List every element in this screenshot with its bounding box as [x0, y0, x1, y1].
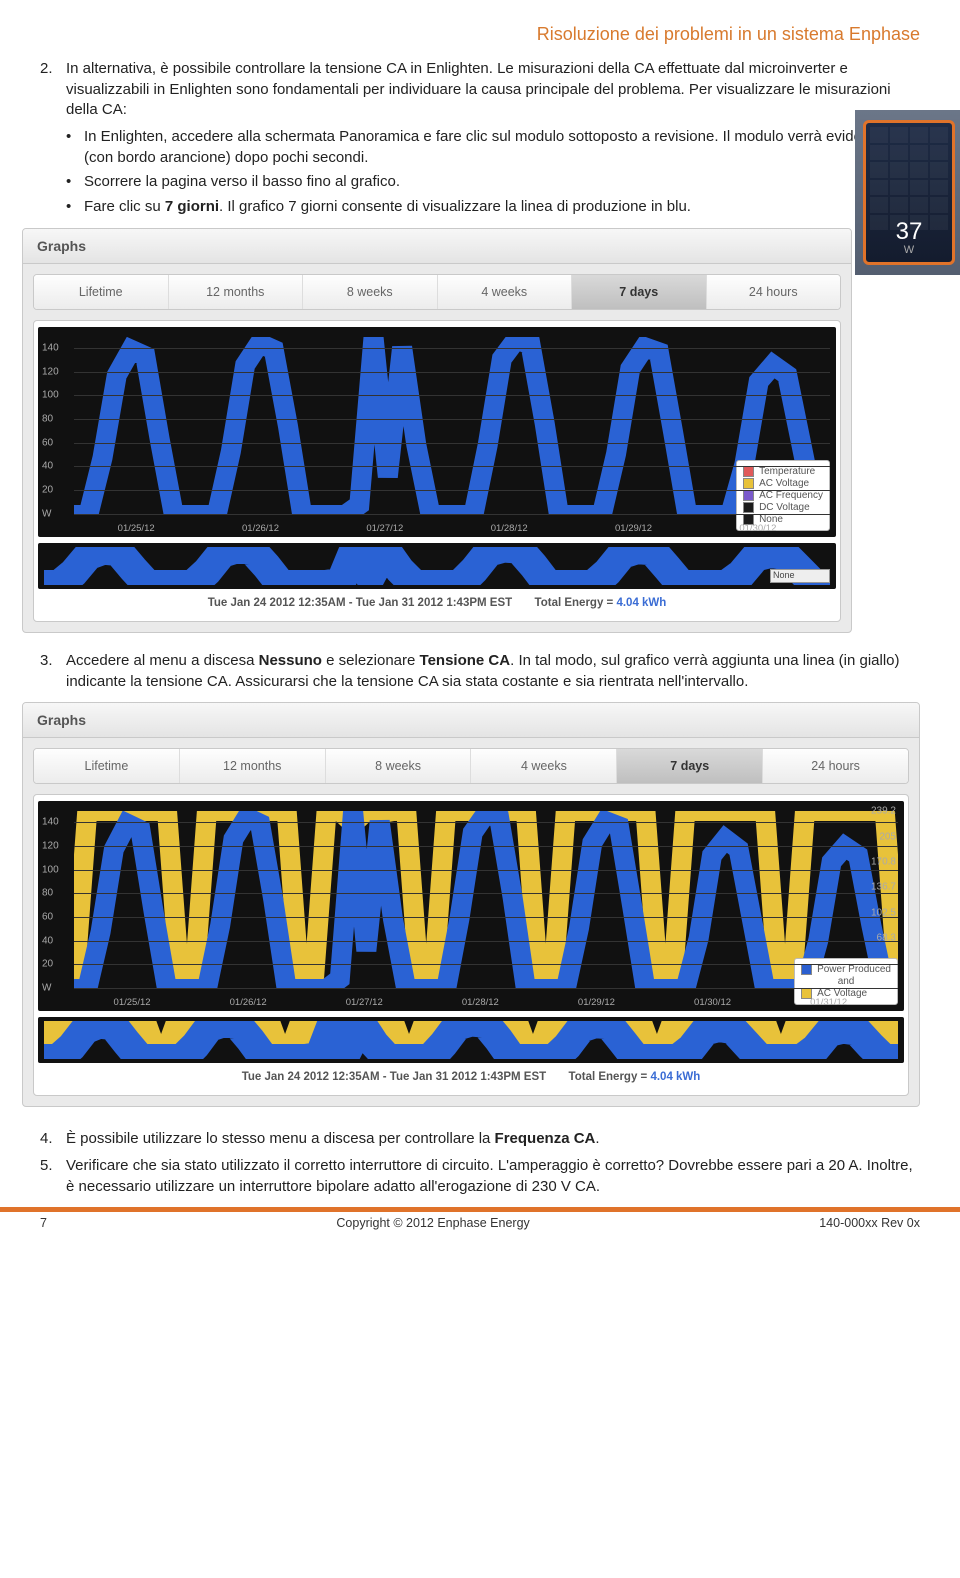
module-unit: W — [904, 244, 914, 256]
tab-8-weeks[interactable]: 8 weeks — [303, 275, 438, 309]
list-body: In alternativa, è possibile controllare … — [66, 59, 920, 121]
tab-4-weeks[interactable]: 4 weeks — [438, 275, 573, 309]
graphs-title: Graphs — [23, 703, 919, 738]
tab-lifetime[interactable]: Lifetime — [34, 275, 169, 309]
chart-main-2: 239.2205170.8136.7102.568.334.2Volts Pow… — [38, 801, 904, 1011]
list-item-2: 2. In alternativa, è possibile controlla… — [40, 59, 920, 121]
tab-7-days[interactable]: 7 days — [572, 275, 707, 309]
graphs-panel-1: Graphs Lifetime12 months8 weeks4 weeks7 … — [22, 228, 852, 633]
list-item-4: 4. È possibile utilizzare lo stesso menu… — [40, 1129, 920, 1150]
list-item-5: 5. Verificare che sia stato utilizzato i… — [40, 1156, 920, 1197]
dropdown-none[interactable]: None — [770, 569, 830, 583]
chart-footer: Tue Jan 24 2012 12:35AM - Tue Jan 31 201… — [38, 589, 836, 617]
tab-8-weeks[interactable]: 8 weeks — [326, 749, 472, 783]
doc-header-title: Risoluzione dei problemi in un sistema E… — [40, 24, 920, 45]
chart-legend-1[interactable]: TemperatureAC VoltageAC FrequencyDC Volt… — [736, 460, 830, 531]
module-thumbnail[interactable]: 37 W — [855, 110, 960, 275]
bullet: • Fare clic su 7 giorni. Il grafico 7 gi… — [66, 197, 920, 218]
bullet: •In Enlighten, accedere alla schermata P… — [66, 127, 920, 168]
footer-rule — [0, 1207, 960, 1212]
graphs-title: Graphs — [23, 229, 851, 264]
list-num: 2. — [40, 59, 66, 121]
chart-overview-2[interactable] — [38, 1017, 904, 1063]
tab-lifetime[interactable]: Lifetime — [34, 749, 180, 783]
tab-4-weeks[interactable]: 4 weeks — [471, 749, 617, 783]
bullet: •Scorrere la pagina verso il basso fino … — [66, 172, 920, 193]
doc-footer: 7 Copyright © 2012 Enphase Energy 140-00… — [40, 1216, 920, 1240]
graphs-panel-2: Graphs Lifetime12 months8 weeks4 weeks7 … — [22, 702, 920, 1107]
tab-7-days[interactable]: 7 days — [617, 749, 763, 783]
tab-12-months[interactable]: 12 months — [169, 275, 304, 309]
chart-footer: Tue Jan 24 2012 12:35AM - Tue Jan 31 201… — [38, 1063, 904, 1091]
list-item-3: 3. Accedere al menu a discesa Nessuno e … — [40, 651, 920, 692]
graphs-tabs: Lifetime12 months8 weeks4 weeks7 days24 … — [33, 274, 841, 310]
tab-24-hours[interactable]: 24 hours — [707, 275, 841, 309]
chart-overview-1[interactable]: None — [38, 543, 836, 589]
chart-main-1: TemperatureAC VoltageAC FrequencyDC Volt… — [38, 327, 836, 537]
tab-12-months[interactable]: 12 months — [180, 749, 326, 783]
tab-24-hours[interactable]: 24 hours — [763, 749, 908, 783]
graphs-tabs: Lifetime12 months8 weeks4 weeks7 days24 … — [33, 748, 909, 784]
